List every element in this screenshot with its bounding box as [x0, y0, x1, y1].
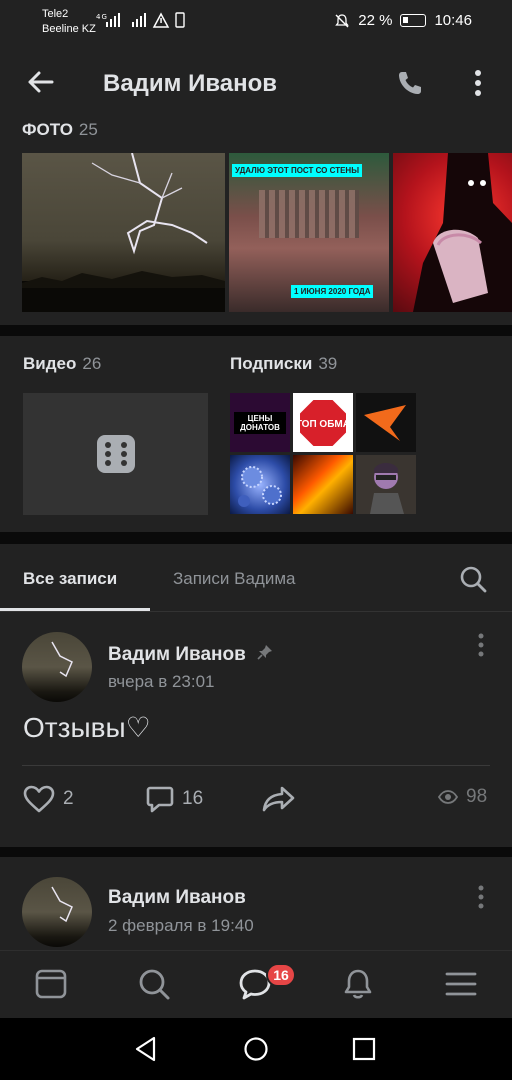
post-date[interactable]: вчера в 23:01: [108, 672, 215, 692]
page-title: Вадим Иванов: [103, 70, 278, 97]
post-more-icon[interactable]: [476, 632, 486, 660]
pin-icon: [257, 645, 273, 660]
photo-thumbnail-3[interactable]: [393, 153, 512, 312]
home-circle-icon[interactable]: [242, 1035, 270, 1063]
clock: 10:46: [434, 12, 472, 29]
svg-text:4G: 4G: [96, 13, 108, 21]
signal-strength-icon: 4G: [96, 12, 185, 28]
photos-count: 25: [78, 122, 98, 139]
subscription-item[interactable]: [293, 455, 353, 514]
media-section: Видео 26 Подписки 39 ЦЕНЫ ДОНАТОВ СТОП ОБМ…: [0, 336, 512, 532]
videos-header[interactable]: Видео 26: [23, 354, 101, 374]
tab-owner-posts[interactable]: Записи Вадима: [173, 569, 296, 589]
video-thumbnail[interactable]: [23, 393, 208, 515]
videos-count: 26: [82, 354, 102, 373]
eye-icon: [438, 790, 458, 804]
signal-icons: 4G: [96, 12, 186, 31]
mute-bell-icon: [335, 13, 350, 27]
like-count: 2: [63, 788, 74, 809]
post-divider: [22, 765, 490, 766]
lightning-image: [22, 153, 225, 312]
photos-label: ФОТО: [22, 122, 73, 139]
post-actions: 2 16 98: [0, 780, 512, 820]
videos-label: Видео: [23, 354, 77, 373]
post-author[interactable]: Вадим Иванов: [108, 644, 273, 666]
avatar-image: [51, 886, 73, 923]
more-vertical-icon[interactable]: [470, 68, 486, 98]
avatar[interactable]: [22, 632, 92, 702]
post-text: Отзывы♡: [23, 712, 151, 743]
post-more-icon[interactable]: [476, 884, 486, 912]
photo-thumbnail-1[interactable]: [22, 153, 225, 312]
active-tab-indicator: [0, 608, 150, 611]
share-icon: [262, 786, 295, 812]
soldier-avatar-image: [370, 463, 404, 514]
newsfeed-icon[interactable]: [34, 967, 68, 1001]
photo-caption-bottom: 1 ИЮНЯ 2020 ГОДА: [291, 285, 374, 298]
status-right: 22 % 10:46: [334, 12, 472, 29]
arrow-left-icon[interactable]: [24, 66, 56, 98]
photo-thumbnail-2[interactable]: УДАЛЮ ЭТОТ ПОСТ СО СТЕНЫ 1 ИЮНЯ 2020 ГОД…: [229, 153, 389, 312]
carrier-2: Beeline KZ: [42, 23, 96, 35]
system-navigation: [0, 1018, 512, 1080]
subscription-item[interactable]: [356, 455, 416, 514]
virus-image: [238, 466, 282, 507]
wall-post-1: Вадим Иванов вчера в 23:01 Отзывы♡ 2 16 …: [0, 612, 512, 847]
subscriptions-grid: ЦЕНЫ ДОНАТОВ СТОП ОБМАН: [230, 393, 416, 515]
battery-icon: [400, 14, 427, 27]
bottom-navigation: 16: [0, 950, 512, 1018]
subscriptions-label: Подписки: [230, 354, 313, 373]
post-date[interactable]: 2 февраля в 19:40: [108, 916, 254, 936]
photo-caption-top: УДАЛЮ ЭТОТ ПОСТ СО СТЕНЫ: [232, 164, 363, 177]
subscription-item[interactable]: [230, 455, 290, 514]
profile-content[interactable]: ФОТО 25 УДАЛЮ ЭТОТ ПОСТ СО СТЕНЫ 1 ИЮНЯ 2…: [0, 122, 512, 950]
subscription-item[interactable]: ЦЕНЫ ДОНАТОВ: [230, 393, 290, 452]
subscriptions-count: 39: [318, 354, 338, 373]
back-triangle-icon[interactable]: [132, 1035, 160, 1063]
tab-all-posts[interactable]: Все записи: [23, 569, 117, 589]
heart-icon: [23, 785, 55, 813]
recents-square-icon[interactable]: [350, 1035, 378, 1063]
like-button[interactable]: 2: [23, 785, 74, 813]
post-author-name: Вадим Иванов: [108, 644, 246, 665]
subscription-item[interactable]: [356, 393, 416, 452]
views-counter: 98: [438, 786, 487, 808]
photos-section: ФОТО 25 УДАЛЮ ЭТОТ ПОСТ СО СТЕНЫ 1 ИЮНЯ 2…: [0, 122, 512, 325]
video-placeholder-icon: [96, 435, 135, 473]
share-button[interactable]: [262, 785, 296, 813]
svg-text:СТОП ОБМАН: СТОП ОБМАН: [296, 419, 350, 430]
comment-button[interactable]: 16: [146, 785, 203, 813]
orange-logo-icon: [364, 405, 406, 441]
subscriptions-header[interactable]: Подписки 39: [230, 354, 337, 374]
menu-icon[interactable]: [444, 967, 478, 1001]
avatar-image: [51, 641, 73, 678]
stop-sign-icon: СТОП ОБМАН: [296, 397, 350, 448]
avatar[interactable]: [22, 877, 92, 947]
carrier-info: Tele2 Beeline KZ: [42, 7, 96, 37]
wall-post-2: Вадим Иванов 2 февраля в 19:40: [0, 857, 512, 950]
notifications-icon[interactable]: [341, 967, 375, 1001]
views-count: 98: [466, 786, 488, 807]
search-icon[interactable]: [458, 564, 488, 594]
carrier-1: Tele2: [42, 8, 69, 20]
phone-icon[interactable]: [395, 68, 425, 98]
post-author-name[interactable]: Вадим Иванов: [108, 887, 246, 909]
wall-tabs: Все записи Записи Вадима: [0, 544, 512, 612]
status-bar: Tele2 Beeline KZ 4G 22 % 10:46: [0, 0, 512, 44]
messages-badge: 16: [266, 963, 296, 987]
subscription-item[interactable]: СТОП ОБМАН: [293, 393, 353, 452]
comment-icon: [146, 786, 174, 813]
comment-count: 16: [182, 788, 204, 809]
building-image: [259, 190, 359, 238]
battery-percent: 22 %: [358, 12, 393, 29]
app-bar: Вадим Иванов: [0, 44, 512, 122]
subscription-label: ЦЕНЫ ДОНАТОВ: [234, 411, 286, 434]
photos-header[interactable]: ФОТО 25: [22, 122, 98, 140]
anime-figure-image: [413, 153, 512, 312]
search-icon[interactable]: [137, 967, 171, 1001]
